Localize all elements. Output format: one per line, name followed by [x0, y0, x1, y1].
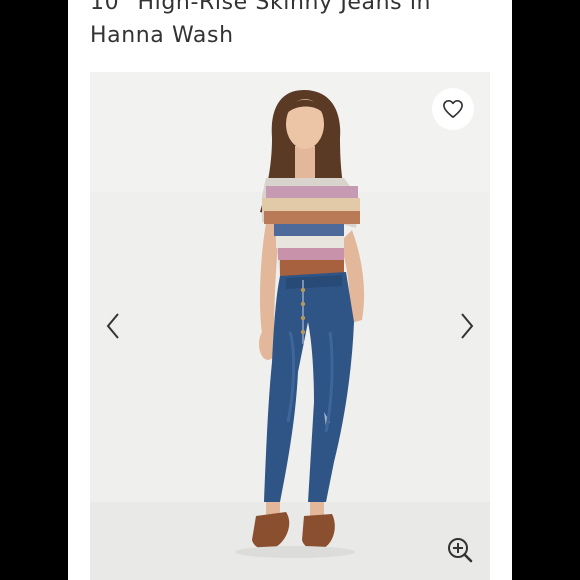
- next-image-button[interactable]: [452, 308, 482, 344]
- heart-icon: [443, 100, 463, 118]
- favorite-button[interactable]: [432, 88, 474, 130]
- chevron-right-icon: [461, 313, 474, 339]
- product-screen: 10" High-Rise Skinny Jeans in Hanna Wash: [68, 0, 512, 580]
- zoom-button[interactable]: [444, 534, 476, 566]
- product-photo[interactable]: [90, 72, 490, 580]
- previous-image-button[interactable]: [98, 308, 128, 344]
- product-title: 10" High-Rise Skinny Jeans in Hanna Wash: [90, 0, 432, 48]
- product-image-gallery: [90, 72, 490, 580]
- chevron-left-icon: [106, 313, 119, 339]
- zoom-in-icon: [448, 538, 473, 563]
